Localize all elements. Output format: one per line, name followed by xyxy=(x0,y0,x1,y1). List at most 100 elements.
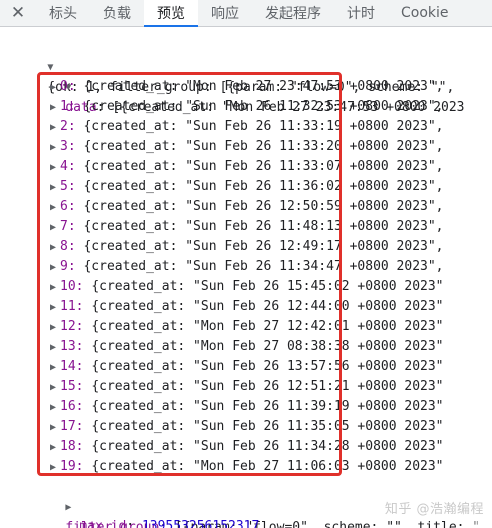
array-item-summary: {created_at: "Sun Feb 26 11:34:47 +0800 … xyxy=(83,259,444,274)
array-index: 12: xyxy=(60,319,84,334)
array-item-summary: {created_at: "Sun Feb 26 11:36:02 +0800 … xyxy=(83,179,444,194)
tab-label: 计时 xyxy=(347,6,375,22)
tab-response[interactable]: 响应 xyxy=(198,0,252,26)
collapsed-triangle-icon[interactable]: ▶ xyxy=(50,338,60,358)
array-item-row[interactable]: ▶ 11: {created_at: "Sun Feb 26 12:44:00 +… xyxy=(50,297,444,317)
array-item-row[interactable]: ▶ 17: {created_at: "Sun Feb 26 11:35:05 +… xyxy=(50,417,444,437)
collapsed-triangle-icon[interactable]: ▶ xyxy=(50,178,60,198)
array-item-summary: {created_at: "Sun Feb 26 11:33:07 +0800 … xyxy=(83,159,444,174)
array-item-summary: {created_at: "Sun Feb 26 12:49:17 +0800 … xyxy=(83,239,444,254)
array-item-row[interactable]: ▶ 15: {created_at: "Sun Feb 26 12:51:21 +… xyxy=(50,377,444,397)
array-item-row[interactable]: ▶ 8: {created_at: "Sun Feb 26 12:49:17 +0… xyxy=(50,237,444,257)
tab-label: 标头 xyxy=(49,6,77,22)
array-item-row[interactable]: ▶ 9: {created_at: "Sun Feb 26 11:34:47 +0… xyxy=(50,257,444,277)
filter-group-node[interactable]: ▶ filter_group: [{param: "flow=0", schem… xyxy=(34,477,480,528)
array-index: 17: xyxy=(60,419,84,434)
array-index: 16: xyxy=(60,399,84,414)
array-index: 0: xyxy=(60,79,76,94)
tab-initiator[interactable]: 发起程序 xyxy=(252,0,334,26)
array-item-summary: {created_at: "Sun Feb 26 11:48:13 +0800 … xyxy=(83,219,444,234)
array-index: 6: xyxy=(60,199,76,214)
collapsed-triangle-icon[interactable]: ▶ xyxy=(50,218,60,238)
tab-payload[interactable]: 负载 xyxy=(90,0,144,26)
array-index: 14: xyxy=(60,359,84,374)
array-index: 4: xyxy=(60,159,76,174)
array-index: 5: xyxy=(60,179,76,194)
tab-preview[interactable]: 预览 xyxy=(144,0,198,27)
collapsed-triangle-icon[interactable]: ▶ xyxy=(50,98,60,118)
scrollbar[interactable] xyxy=(470,28,492,528)
array-item-summary: {created_at: "Sun Feb 26 12:50:59 +0800 … xyxy=(83,199,444,214)
array-item-row[interactable]: ▶ 5: {created_at: "Sun Feb 26 11:36:02 +0… xyxy=(50,177,444,197)
tab-timing[interactable]: 计时 xyxy=(334,0,388,26)
array-index: 7: xyxy=(60,219,76,234)
close-icon[interactable]: ✕ xyxy=(0,0,36,26)
array-item-row[interactable]: ▶ 12: {created_at: "Mon Feb 27 12:42:01 +… xyxy=(50,317,444,337)
array-index: 10: xyxy=(60,279,84,294)
ok-row: ok: 1 xyxy=(48,517,118,528)
root-node[interactable]: ▼ {ok: 1, filter_group: [{param: "flow=0… xyxy=(16,37,454,95)
array-item-row[interactable]: ▶ 18: {created_at: "Sun Feb 26 11:34:28 +… xyxy=(50,437,444,457)
collapsed-triangle-icon[interactable]: ▶ xyxy=(50,78,60,98)
max-id-row: max_id: 139553256152317 xyxy=(48,497,259,528)
tab-headers[interactable]: 标头 xyxy=(36,0,90,26)
collapsed-triangle-icon[interactable]: ▶ xyxy=(50,118,60,138)
array-item-row[interactable]: ▶ 10: {created_at: "Sun Feb 26 15:45:02 +… xyxy=(50,277,444,297)
array-item-summary: {created_at: "Mon Feb 27 08:38:38 +0800 … xyxy=(91,339,444,354)
array-index: 13: xyxy=(60,339,84,354)
array-item-row[interactable]: ▶ 13: {created_at: "Mon Feb 27 08:38:38 +… xyxy=(50,337,444,357)
collapsed-triangle-icon[interactable]: ▶ xyxy=(50,138,60,158)
array-item-row[interactable]: ▶ 16: {created_at: "Sun Feb 26 11:39:19 +… xyxy=(50,397,444,417)
array-index: 8: xyxy=(60,239,76,254)
array-item-row[interactable]: ▶ 0: {created_at: "Mon Feb 27 23:47:53 +0… xyxy=(50,77,444,97)
array-index: 19: xyxy=(60,459,84,474)
collapsed-triangle-icon[interactable]: ▶ xyxy=(50,158,60,178)
collapsed-triangle-icon[interactable]: ▶ xyxy=(50,198,60,218)
array-item-summary: {created_at: "Sun Feb 26 15:45:02 +0800 … xyxy=(91,279,444,294)
array-item-summary: {created_at: "Mon Feb 27 23:47:53 +0800 … xyxy=(83,79,444,94)
collapsed-triangle-icon[interactable]: ▶ xyxy=(50,398,60,418)
array-index: 3: xyxy=(60,139,76,154)
tab-label: Cookie xyxy=(401,5,449,21)
collapsed-triangle-icon[interactable]: ▶ xyxy=(50,278,60,298)
array-item-summary: {created_at: "Sun Feb 26 11:35:05 +0800 … xyxy=(91,419,444,434)
array-index: 9: xyxy=(60,259,76,274)
array-item-summary: {created_at: "Mon Feb 27 12:42:01 +0800 … xyxy=(91,319,444,334)
array-item-row[interactable]: ▶ 3: {created_at: "Sun Feb 26 11:33:20 +0… xyxy=(50,137,444,157)
collapsed-triangle-icon[interactable]: ▶ xyxy=(50,418,60,438)
collapsed-triangle-icon[interactable]: ▶ xyxy=(50,458,60,478)
array-item-summary: {created_at: "Sun Feb 26 13:57:56 +0800 … xyxy=(91,359,444,374)
collapsed-triangle-icon[interactable]: ▶ xyxy=(50,238,60,258)
data-node[interactable]: ▼ data: [{created_at: "Mon Feb 27 23:47:… xyxy=(34,57,464,115)
collapsed-triangle-icon[interactable]: ▶ xyxy=(50,438,60,458)
array-item-summary: {created_at: "Sun Feb 26 11:33:19 +0800 … xyxy=(83,119,444,134)
collapsed-triangle-icon[interactable]: ▶ xyxy=(50,358,60,378)
collapsed-triangle-icon[interactable]: ▶ xyxy=(50,318,60,338)
array-item-row[interactable]: ▶ 6: {created_at: "Sun Feb 26 12:50:59 +0… xyxy=(50,197,444,217)
watermark: 知乎 @浩瀚编程 xyxy=(384,502,484,517)
tab-label: 预览 xyxy=(157,6,185,22)
tab-label: 响应 xyxy=(211,6,239,22)
array-index: 11: xyxy=(60,299,84,314)
devtools-tab-bar: ✕ 标头 负载 预览 响应 发起程序 计时 Cookie xyxy=(0,0,492,27)
array-item-row[interactable]: ▶ 19: {created_at: "Mon Feb 27 11:06:03 +… xyxy=(50,457,444,477)
tab-cookie[interactable]: Cookie xyxy=(388,0,462,26)
collapsed-triangle-icon[interactable]: ▶ xyxy=(50,258,60,278)
array-item-summary: {created_at: "Sun Feb 26 11:33:20 +0800 … xyxy=(83,139,444,154)
array-item-row[interactable]: ▶ 4: {created_at: "Sun Feb 26 11:33:07 +0… xyxy=(50,157,444,177)
array-index: 15: xyxy=(60,379,84,394)
array-index: 2: xyxy=(60,119,76,134)
tab-label: 负载 xyxy=(103,6,131,22)
array-item-summary: {created_at: "Sun Feb 26 11:39:19 +0800 … xyxy=(91,399,444,414)
array-item-row[interactable]: ▶ 1: {created_at: "Sun Feb 26 11:32:53 +0… xyxy=(50,97,444,117)
collapsed-triangle-icon[interactable]: ▶ xyxy=(50,298,60,318)
array-item-row[interactable]: ▶ 2: {created_at: "Sun Feb 26 11:33:19 +0… xyxy=(50,117,444,137)
array-item-summary: {created_at: "Sun Feb 26 12:51:21 +0800 … xyxy=(91,379,444,394)
tab-label: 发起程序 xyxy=(265,6,321,22)
array-index: 1: xyxy=(60,99,76,114)
collapsed-triangle-icon[interactable]: ▶ xyxy=(50,378,60,398)
array-item-row[interactable]: ▶ 7: {created_at: "Sun Feb 26 11:48:13 +0… xyxy=(50,217,444,237)
array-item-summary: {created_at: "Sun Feb 26 11:34:28 +0800 … xyxy=(91,439,444,454)
colon: : xyxy=(126,519,142,528)
array-item-row[interactable]: ▶ 14: {created_at: "Sun Feb 26 13:57:56 +… xyxy=(50,357,444,377)
